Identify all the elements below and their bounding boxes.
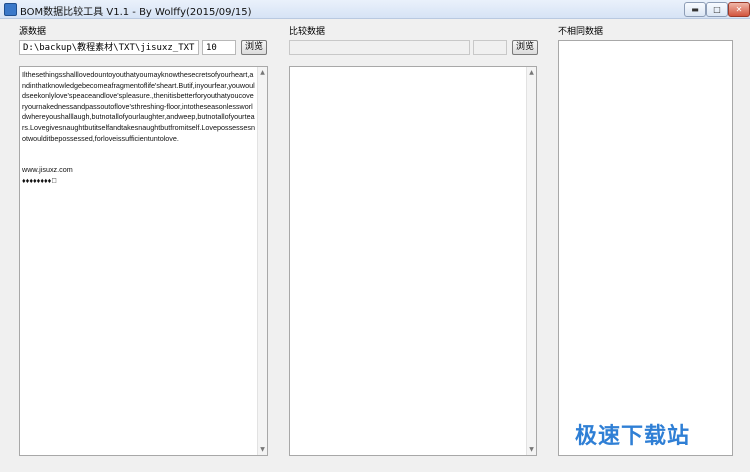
maximize-button[interactable]: □ <box>706 2 728 17</box>
close-button[interactable]: ✕ <box>728 2 750 17</box>
title-bar: BOM数据比较工具 V1.1 - By Wolffy(2015/09/15) ▬… <box>0 0 750 19</box>
source-scrollbar[interactable]: ▲ ▼ <box>257 67 267 455</box>
compare-path-input[interactable] <box>289 40 470 55</box>
source-browse-button[interactable]: 浏览 <box>241 40 267 55</box>
source-text: Ilthesethingsshalllovedountoyouthatyouma… <box>22 70 255 185</box>
source-text-area[interactable]: Ilthesethingsshalllovedountoyouthatyouma… <box>19 66 268 456</box>
source-path-input[interactable]: D:\backup\教程素材\TXT\jisuxz_TXT 1. <box>19 40 199 55</box>
compare-label: 比较数据 <box>289 27 326 37</box>
diff-label: 不相同数据 <box>558 27 604 37</box>
compare-browse-button[interactable]: 浏览 <box>512 40 538 55</box>
scroll-down-icon[interactable]: ▼ <box>258 445 267 454</box>
compare-scrollbar[interactable]: ▲ ▼ <box>526 67 536 455</box>
source-column-input[interactable]: 10 <box>202 40 236 55</box>
compare-column-input[interactable] <box>473 40 507 55</box>
site-watermark: 极速下载站 <box>575 424 691 449</box>
app-icon <box>4 3 17 16</box>
scroll-up-icon[interactable]: ▲ <box>527 68 536 77</box>
scroll-up-icon[interactable]: ▲ <box>258 68 267 77</box>
compare-text-area[interactable]: ▲ ▼ <box>289 66 537 456</box>
diff-text-area[interactable] <box>558 40 733 456</box>
minimize-button[interactable]: ▬ <box>684 2 706 17</box>
source-label: 源数据 <box>19 27 47 37</box>
scroll-down-icon[interactable]: ▼ <box>527 445 536 454</box>
window-title: BOM数据比较工具 V1.1 - By Wolffy(2015/09/15) <box>20 7 252 18</box>
